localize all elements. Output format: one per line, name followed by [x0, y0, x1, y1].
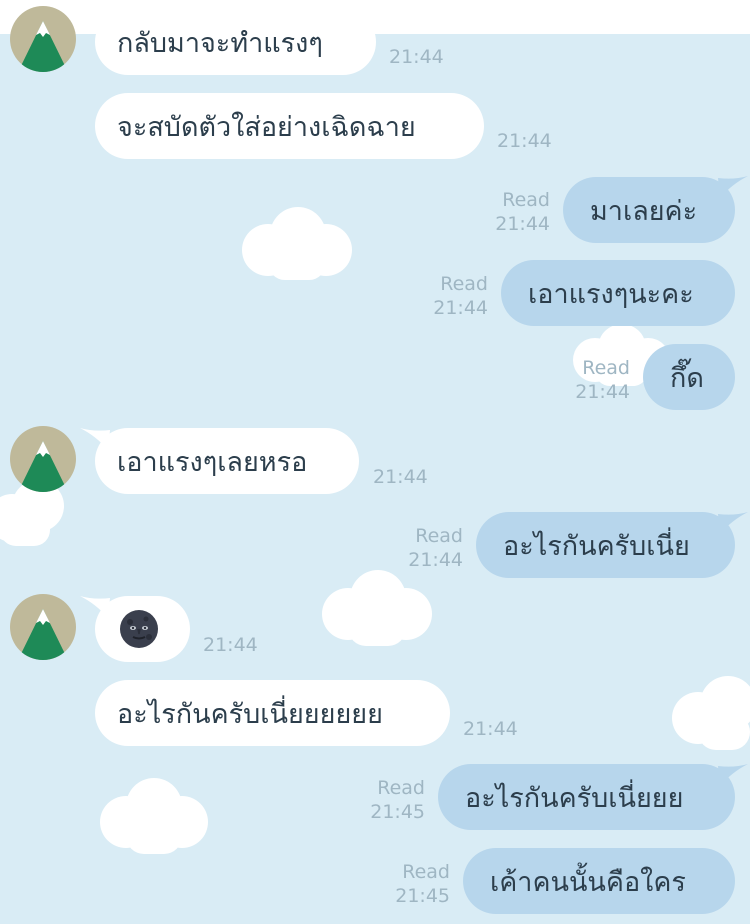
- mountain-icon: [10, 6, 76, 72]
- message-text: กึ๊ด: [670, 362, 704, 394]
- message-bubble[interactable]: อะไรกันครับเนี่ย: [476, 512, 735, 578]
- message-bubble[interactable]: จะสบัดตัวใส่อย่างเฉิดฉาย: [95, 93, 484, 159]
- read-receipt: Read: [502, 189, 550, 211]
- message-text: จะสบัดตัวใส่อย่างเฉิดฉาย: [117, 111, 416, 143]
- message-bubble[interactable]: มาเลยค่ะ: [563, 177, 735, 243]
- message-time: 21:44: [495, 213, 550, 235]
- message-bubble[interactable]: กึ๊ด: [643, 344, 735, 410]
- message-text: เอาแรงๆเลยหรอ: [117, 446, 308, 478]
- message-bubble[interactable]: เค้าคนนั้นคือใคร: [463, 848, 735, 914]
- message-bubble[interactable]: [95, 596, 190, 662]
- message-text: อะไรกันครับเนี่ยยยยยย: [117, 698, 383, 730]
- new-moon-face-emoji: [120, 610, 158, 648]
- read-receipt: Read: [440, 273, 488, 295]
- avatar[interactable]: [10, 426, 76, 492]
- message-bubble[interactable]: เอาแรงๆนะคะ: [501, 260, 735, 326]
- message-time: 21:44: [575, 381, 630, 403]
- cloud-decoration: [100, 778, 208, 854]
- read-receipt: Read: [377, 777, 425, 799]
- avatar[interactable]: [10, 6, 76, 72]
- message-time: 21:44: [389, 46, 444, 68]
- message-meta: Read 21:45: [370, 860, 450, 908]
- message-text: เค้าคนนั้นคือใคร: [490, 866, 686, 898]
- message-time: 21:44: [433, 297, 488, 319]
- message-meta: Read 21:44: [470, 188, 550, 236]
- message-bubble[interactable]: กลับมาจะทำแรงๆ: [95, 9, 376, 75]
- message-text: เอาแรงๆนะคะ: [528, 278, 694, 310]
- message-time: 21:44: [408, 549, 463, 571]
- message-time: 21:44: [203, 634, 258, 656]
- message-meta: Read 21:45: [345, 776, 425, 824]
- message-time: 21:45: [370, 801, 425, 823]
- cloud-decoration: [672, 676, 750, 750]
- message-meta: Read 21:44: [383, 524, 463, 572]
- message-time: 21:44: [373, 466, 428, 488]
- message-time: 21:45: [395, 885, 450, 907]
- message-meta: Read 21:44: [550, 356, 630, 404]
- read-receipt: Read: [402, 861, 450, 883]
- message-text: อะไรกันครับเนี่ยยย: [465, 782, 684, 814]
- message-bubble[interactable]: อะไรกันครับเนี่ยยยยยย: [95, 680, 450, 746]
- message-text: กลับมาจะทำแรงๆ: [117, 27, 323, 59]
- message-time: 21:44: [497, 130, 552, 152]
- message-bubble[interactable]: อะไรกันครับเนี่ยยย: [438, 764, 735, 830]
- read-receipt: Read: [415, 525, 463, 547]
- avatar[interactable]: [10, 594, 76, 660]
- message-text: มาเลยค่ะ: [590, 195, 698, 227]
- cloud-decoration: [242, 207, 352, 280]
- cloud-decoration: [322, 570, 432, 646]
- message-text: อะไรกันครับเนี่ย: [503, 530, 690, 562]
- message-meta: Read 21:44: [408, 272, 488, 320]
- mountain-icon: [10, 426, 76, 492]
- message-time: 21:44: [463, 718, 518, 740]
- message-bubble[interactable]: เอาแรงๆเลยหรอ: [95, 428, 359, 494]
- read-receipt: Read: [582, 357, 630, 379]
- mountain-icon: [10, 594, 76, 660]
